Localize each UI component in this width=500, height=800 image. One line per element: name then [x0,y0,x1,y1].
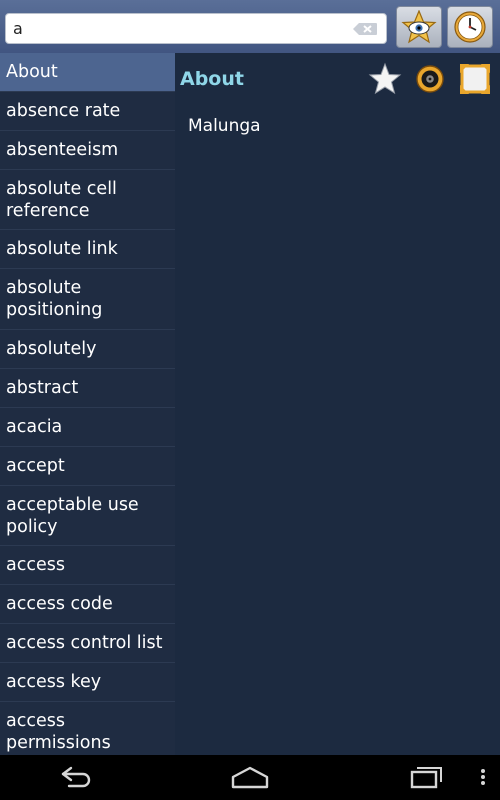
overflow-menu-icon[interactable] [478,763,488,791]
fullscreen-icon[interactable] [458,62,492,96]
list-item[interactable]: accept [0,447,175,486]
list-item[interactable]: absolute cell reference [0,170,175,230]
list-item-label: absence rate [6,101,121,121]
home-icon[interactable] [229,763,271,791]
star-eye-icon [401,10,437,44]
list-item-label: acceptable use policy [6,494,139,537]
list-item-label: accept [6,456,65,476]
entry-text: Malunga [188,116,261,136]
list-item-label: absolute link [6,239,118,259]
history-button[interactable] [447,6,493,48]
sidebar-item-about[interactable]: About [0,53,175,92]
list-item-label: absolute cell reference [6,178,117,221]
system-nav-bar [0,755,500,800]
back-icon[interactable] [55,763,95,791]
recent-apps-icon[interactable] [409,763,445,791]
list-item-label: access key [6,672,102,692]
list-item[interactable]: access control list [0,624,175,663]
list-item[interactable]: access key [0,663,175,702]
list-item[interactable]: acacia [0,408,175,447]
list-item[interactable]: absence rate [0,92,175,131]
clock-icon [454,11,486,43]
search-box[interactable] [5,13,387,44]
list-item[interactable]: absolute positioning [0,269,175,330]
entry-title: About [180,68,244,90]
entry-pane: About Malunga [175,53,500,755]
list-item-label: access [6,555,65,575]
list-item-label: About [6,62,58,82]
audio-icon[interactable] [413,62,447,96]
list-item-label: access control list [6,633,163,653]
star-icon[interactable] [368,62,402,96]
list-item-label: access permissions [6,710,111,753]
list-item[interactable]: access [0,546,175,585]
word-list: About absence rate absenteeism absolute … [0,53,175,755]
list-item[interactable]: access permissions [0,702,175,755]
backspace-clear-icon[interactable] [352,22,378,36]
list-item[interactable]: absenteeism [0,131,175,170]
list-item-label: absolute positioning [6,278,103,320]
list-item[interactable]: acceptable use policy [0,486,175,546]
list-item-label: acacia [6,417,63,437]
list-item[interactable]: absolute link [0,230,175,269]
list-item-label: access code [6,594,113,614]
list-item-label: abstract [6,378,79,398]
favorites-button[interactable] [396,6,442,48]
top-toolbar [0,0,500,53]
list-item-label: absenteeism [6,140,119,160]
list-item[interactable]: access code [0,585,175,624]
list-item[interactable]: absolutely [0,330,175,369]
list-item-label: absolutely [6,339,97,359]
search-input[interactable] [13,16,343,41]
list-item[interactable]: abstract [0,369,175,408]
